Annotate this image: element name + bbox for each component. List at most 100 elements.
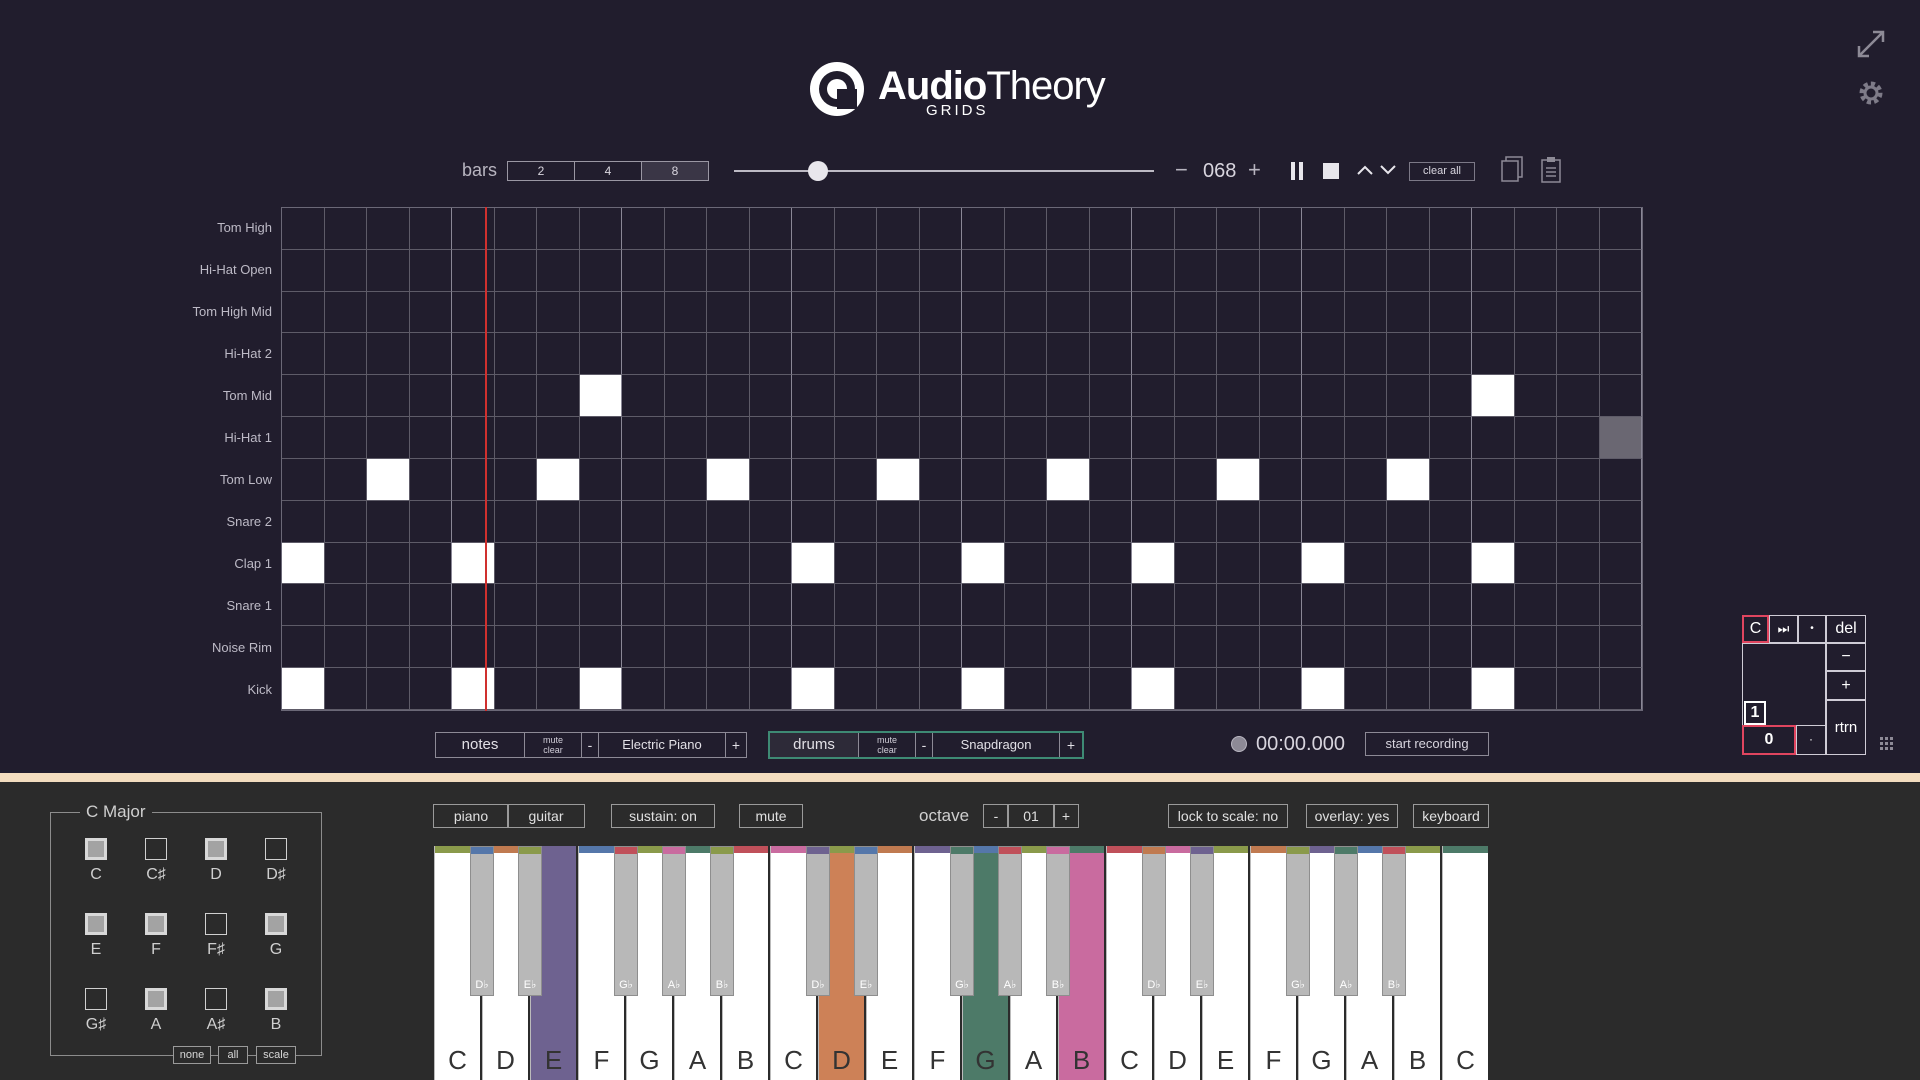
piano-black-key[interactable]: E♭ (1190, 846, 1214, 996)
grid-cell[interactable] (1472, 208, 1515, 250)
grid-cell[interactable] (1344, 626, 1387, 669)
pad-minus-button[interactable]: − (1826, 643, 1866, 671)
gear-icon[interactable] (1857, 79, 1885, 107)
grid-cell[interactable] (707, 417, 750, 459)
grid-cell[interactable] (1089, 584, 1132, 627)
grid-cell[interactable] (1514, 249, 1557, 292)
grid-cell[interactable] (1047, 375, 1090, 418)
grid-cell[interactable] (834, 249, 877, 292)
piano-black-key[interactable]: D♭ (470, 846, 494, 996)
grid-cell[interactable] (494, 584, 537, 627)
grid-cell[interactable] (1047, 249, 1090, 292)
grid-cell[interactable] (1344, 291, 1387, 334)
grid-cell[interactable] (834, 500, 877, 543)
grid-cell[interactable] (579, 500, 622, 543)
grid-cell[interactable] (1259, 417, 1302, 459)
grid-cell[interactable] (1599, 417, 1642, 459)
piano-black-key[interactable]: E♭ (518, 846, 542, 996)
grid-cell[interactable] (1472, 417, 1515, 459)
grid-cell[interactable] (494, 668, 537, 710)
grid-cell[interactable] (494, 375, 537, 418)
grid-cell[interactable] (792, 417, 835, 459)
grid-cell[interactable] (1217, 542, 1260, 585)
piano-black-key[interactable]: B♭ (1046, 846, 1070, 996)
grid-cell[interactable] (1514, 417, 1557, 459)
grid-cell[interactable] (324, 584, 367, 627)
grid-cell[interactable] (1174, 626, 1217, 669)
grid-cell[interactable] (622, 249, 665, 292)
grid-cell[interactable] (919, 668, 962, 710)
grid-cell[interactable] (579, 626, 622, 669)
grid-cell[interactable] (1004, 291, 1047, 334)
grid-cell[interactable] (749, 584, 792, 627)
grid-cell[interactable] (324, 417, 367, 459)
grid-cell[interactable] (877, 584, 920, 627)
grid-cell[interactable] (1259, 249, 1302, 292)
grid-cell[interactable] (1472, 500, 1515, 543)
chevron-up-icon[interactable] (1356, 164, 1374, 176)
grid-cell[interactable] (1259, 584, 1302, 627)
notes-mute-clear[interactable]: mute clear (525, 733, 582, 757)
grid-cell[interactable] (707, 542, 750, 585)
grid-cell[interactable] (1514, 626, 1557, 669)
grid-cell[interactable] (537, 542, 580, 585)
grid-cell[interactable] (919, 500, 962, 543)
grid-cell[interactable] (1132, 626, 1175, 669)
piano-mode-button[interactable]: piano (433, 804, 509, 828)
grid-cell[interactable] (877, 458, 920, 501)
grid-cell[interactable] (1174, 333, 1217, 376)
grid-cell[interactable] (1132, 291, 1175, 334)
grid-cell[interactable] (749, 542, 792, 585)
piano-black-key[interactable]: G♭ (1286, 846, 1310, 996)
guitar-mode-button[interactable]: guitar (507, 804, 585, 828)
grid-cell[interactable] (367, 375, 410, 418)
grid-cell[interactable] (1429, 291, 1472, 334)
grid-cell[interactable] (1387, 626, 1430, 669)
piano-black-key[interactable]: A♭ (662, 846, 686, 996)
grid-cell[interactable] (749, 333, 792, 376)
grid-cell[interactable] (1259, 291, 1302, 334)
grid-cell[interactable] (1302, 458, 1345, 501)
grid-cell[interactable] (1302, 542, 1345, 585)
grid-cell[interactable] (962, 500, 1005, 543)
grid-cell[interactable] (1302, 291, 1345, 334)
pad-key-button[interactable]: C (1742, 615, 1769, 643)
grid-cell[interactable] (452, 542, 495, 585)
grid-cell[interactable] (1387, 333, 1430, 376)
grid-cell[interactable] (1004, 417, 1047, 459)
grid-cell[interactable] (1472, 333, 1515, 376)
grid-cell[interactable] (324, 500, 367, 543)
grid-cell[interactable] (877, 417, 920, 459)
pad-plus-button[interactable]: + (1826, 671, 1866, 700)
grid-cell[interactable] (622, 668, 665, 710)
grid-cell[interactable] (1174, 542, 1217, 585)
drums-prev-instrument-button[interactable]: - (916, 733, 933, 757)
grid-cell[interactable] (749, 626, 792, 669)
grid-cell[interactable] (409, 249, 452, 292)
grid-cell[interactable] (324, 375, 367, 418)
grid-cell[interactable] (1047, 500, 1090, 543)
grid-cell[interactable] (579, 458, 622, 501)
grid-cell[interactable] (1004, 333, 1047, 376)
grid-cell[interactable] (707, 291, 750, 334)
grid-cell[interactable] (749, 500, 792, 543)
grid-cell[interactable] (622, 500, 665, 543)
grid-cell[interactable] (919, 291, 962, 334)
grid-cell[interactable] (1344, 208, 1387, 250)
grid-cell[interactable] (1217, 458, 1260, 501)
grid-cell[interactable] (1344, 584, 1387, 627)
grid-cell[interactable] (409, 626, 452, 669)
grid-cell[interactable] (1259, 542, 1302, 585)
grid-cell[interactable] (452, 208, 495, 250)
notes-track-name[interactable]: notes (436, 733, 525, 757)
grid-cell[interactable] (1599, 375, 1642, 418)
grid-cell[interactable] (282, 542, 325, 585)
grid-cell[interactable] (962, 626, 1005, 669)
grid-cell[interactable] (622, 375, 665, 418)
grid-cell[interactable] (1047, 208, 1090, 250)
grid-cell[interactable] (834, 584, 877, 627)
piano-black-key[interactable]: A♭ (998, 846, 1022, 996)
grid-cell[interactable] (707, 668, 750, 710)
paste-icon[interactable] (1539, 156, 1565, 184)
grid-cell[interactable] (282, 417, 325, 459)
